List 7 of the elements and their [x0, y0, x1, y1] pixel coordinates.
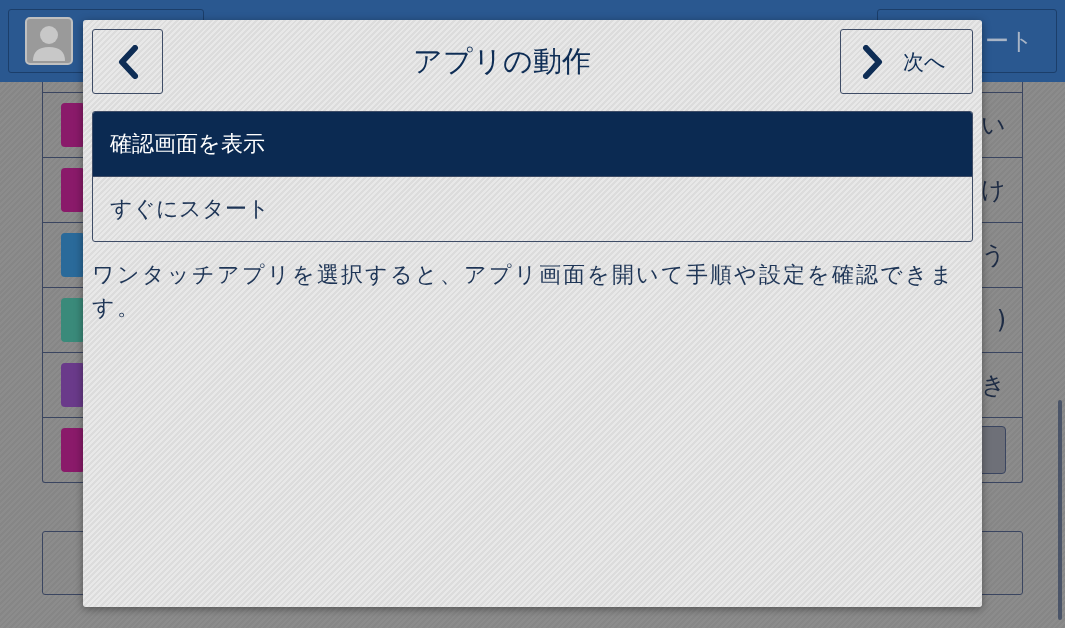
dialog-title: アプリの動作: [412, 42, 591, 80]
app-name: い: [981, 110, 1006, 141]
app-name: き: [981, 370, 1006, 401]
app-name: う: [981, 240, 1006, 271]
app-name: け: [981, 175, 1006, 206]
app-name: ): [996, 306, 1006, 334]
description-text: ワンタッチアプリを選択すると、アプリ画面を開いて手順や設定を確認できます。: [92, 261, 956, 322]
